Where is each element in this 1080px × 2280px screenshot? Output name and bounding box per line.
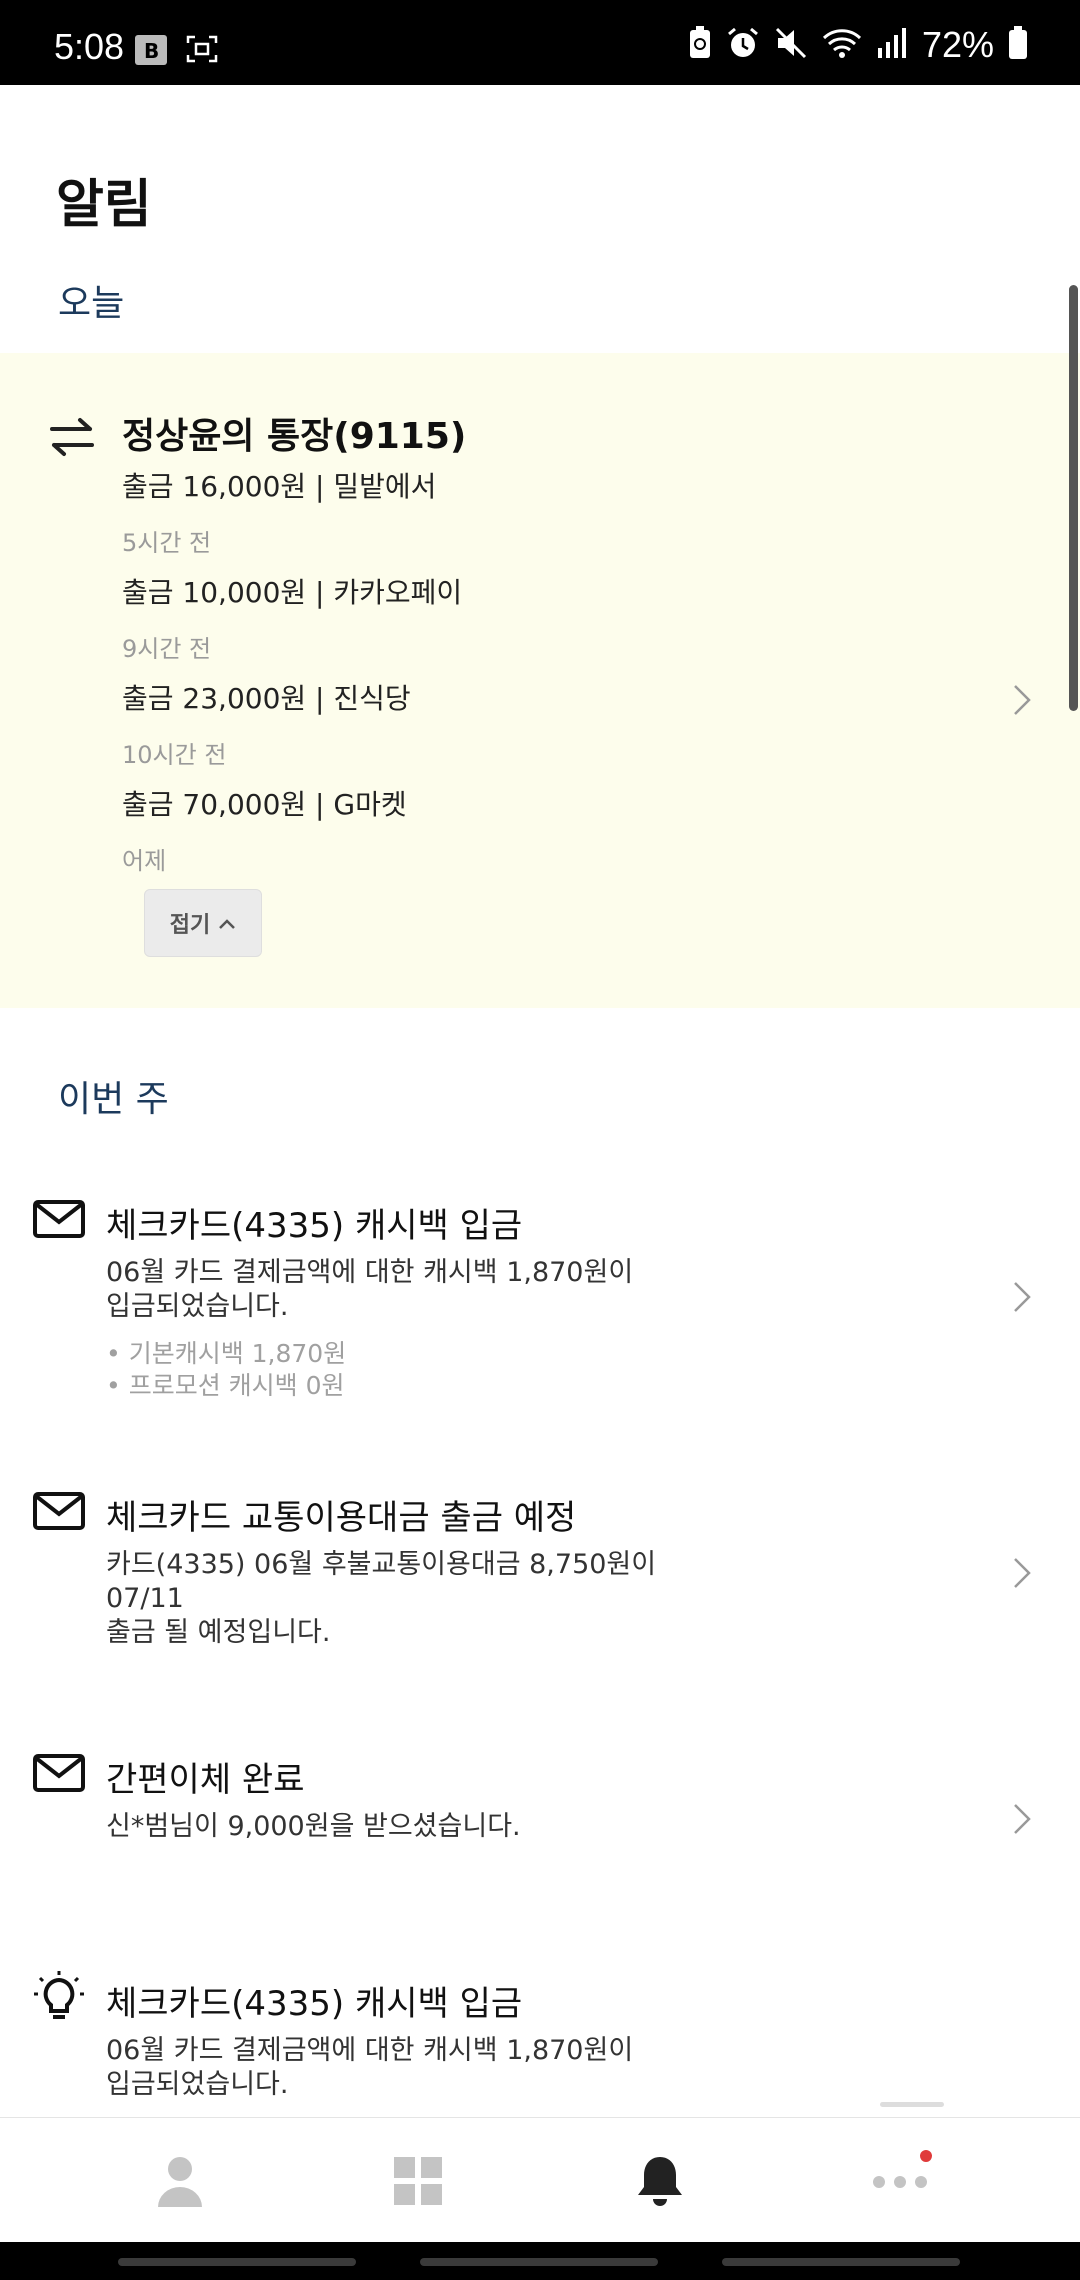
notification-body: 신*범님이 9,000원을 받으셨습니다. xyxy=(106,1810,726,1844)
gesture-pill[interactable] xyxy=(118,2258,356,2266)
transaction-text: 출금 23,000원 | 진식당 xyxy=(122,682,411,715)
notification-body-line: 카드(4335) 06월 후불교통이용대금 8,750원이 07/11 xyxy=(106,1549,657,1614)
collapse-label: 접기 xyxy=(169,913,211,938)
wifi-icon xyxy=(822,26,862,64)
transaction-text: 출금 70,000원 | G마켓 xyxy=(122,788,407,821)
status-bar: 5:08 B 72% xyxy=(0,0,1080,85)
chevron-right-icon[interactable] xyxy=(1012,1280,1032,1318)
page-title: 알림 xyxy=(56,175,152,235)
notification-body: 06월 카드 결제금액에 대한 캐시백 1,870원이 입금되었습니다. xyxy=(106,1256,726,1324)
chevron-right-icon[interactable] xyxy=(1012,683,1032,721)
nav-profile[interactable] xyxy=(140,2148,220,2218)
notification-sub-line: • 프로모션 캐시백 0원 xyxy=(106,1371,345,1400)
notification-title: 체크카드(4335) 캐시백 입금 xyxy=(106,1984,523,2024)
battery-saver-icon xyxy=(688,26,712,64)
lightbulb-icon xyxy=(32,1970,86,2028)
alarm-icon xyxy=(726,26,760,64)
notification-body-line: 입금되었습니다. xyxy=(106,1291,289,1322)
nav-menu[interactable] xyxy=(378,2148,458,2218)
grid-icon xyxy=(394,2157,442,2209)
account-transactions-card[interactable]: 정상윤의 통장(9115) 출금 16,000원 | 밀밭에서 5시간 전 출금… xyxy=(0,353,1080,1008)
notification-sub-line: • 기본캐시백 1,870원 xyxy=(106,1339,347,1368)
gesture-pill[interactable] xyxy=(722,2258,960,2266)
screenshot-icon xyxy=(186,34,218,70)
section-label-today: 오늘 xyxy=(58,283,125,324)
notification-body-line: 출금 될 예정입니다. xyxy=(106,1617,331,1648)
collapse-button[interactable]: 접기 xyxy=(144,889,262,957)
account-title: 정상윤의 통장(9115) xyxy=(122,416,467,457)
status-left-icons: B xyxy=(134,34,218,70)
notification-body-line: 06월 카드 결제금액에 대한 캐시백 1,870원이 xyxy=(106,2035,634,2066)
transfer-icon xyxy=(48,417,96,461)
notification-title: 체크카드 교통이용대금 출금 예정 xyxy=(106,1498,577,1538)
notification-body: 06월 카드 결제금액에 대한 캐시백 1,870원이 입금되었습니다. xyxy=(106,2034,726,2102)
envelope-icon xyxy=(32,1752,86,1800)
transaction-item: 출금 16,000원 | 밀밭에서 5시간 전 xyxy=(122,465,436,558)
notification-body-line: 06월 카드 결제금액에 대한 캐시백 1,870원이 xyxy=(106,1257,634,1288)
scroll-handle xyxy=(880,2102,944,2107)
envelope-icon xyxy=(32,1198,86,1246)
notification-item[interactable]: 체크카드(4335) 캐시백 입금 06월 카드 결제금액에 대한 캐시백 1,… xyxy=(0,1971,1080,2100)
svg-text:B: B xyxy=(144,39,159,63)
section-label-this-week: 이번 주 xyxy=(58,1079,169,1120)
gesture-pill[interactable] xyxy=(420,2258,658,2266)
transaction-text: 출금 16,000원 | 밀밭에서 xyxy=(122,470,437,503)
bottom-navigation xyxy=(0,2117,1080,2242)
transaction-time: 9시간 전 xyxy=(122,635,212,663)
transaction-item: 출금 10,000원 | 카카오페이 9시간 전 xyxy=(122,571,462,664)
notification-item[interactable]: 간편이체 완료 신*범님이 9,000원을 받으셨습니다. xyxy=(0,1752,1080,1862)
scrollbar[interactable] xyxy=(1069,285,1078,711)
notification-badge xyxy=(920,2150,932,2162)
chevron-right-icon[interactable] xyxy=(1012,1802,1032,1840)
notification-item[interactable]: 체크카드(4335) 캐시백 입금 06월 카드 결제금액에 대한 캐시백 1,… xyxy=(0,1198,1080,1408)
transaction-item: 출금 70,000원 | G마켓 어제 xyxy=(122,783,407,876)
notification-title: 간편이체 완료 xyxy=(106,1760,305,1800)
battery-icon xyxy=(1008,26,1028,64)
system-gesture-bar xyxy=(0,2242,1080,2280)
more-icon xyxy=(872,2174,928,2193)
notification-body-line: 신*범님이 9,000원을 받으셨습니다. xyxy=(106,1811,521,1842)
mute-icon xyxy=(774,26,808,64)
status-time: 5:08 xyxy=(54,26,125,67)
nav-notifications[interactable] xyxy=(620,2148,700,2218)
envelope-icon xyxy=(32,1490,86,1538)
chevron-right-icon[interactable] xyxy=(1012,1556,1032,1594)
notification-item[interactable]: 체크카드 교통이용대금 출금 예정 카드(4335) 06월 후불교통이용대금 … xyxy=(0,1490,1080,1648)
transaction-text: 출금 10,000원 | 카카오페이 xyxy=(122,576,463,609)
transaction-item: 출금 23,000원 | 진식당 10시간 전 xyxy=(122,677,411,770)
b-box-icon: B xyxy=(134,34,168,70)
status-right-icons: 72% xyxy=(688,24,1028,66)
notification-title: 체크카드(4335) 캐시백 입금 xyxy=(106,1206,523,1246)
notification-body-line: 입금되었습니다. xyxy=(106,2069,289,2100)
transaction-time: 어제 xyxy=(122,847,167,875)
notification-body: 카드(4335) 06월 후불교통이용대금 8,750원이 07/11 출금 될… xyxy=(106,1548,726,1650)
person-icon xyxy=(156,2155,204,2211)
battery-percent: 72% xyxy=(921,24,994,65)
transaction-time: 5시간 전 xyxy=(122,529,212,557)
chevron-up-icon xyxy=(218,911,236,936)
signal-icon xyxy=(876,26,908,64)
nav-more[interactable] xyxy=(860,2148,940,2218)
transaction-time: 10시간 전 xyxy=(122,741,227,769)
bell-icon xyxy=(636,2153,684,2213)
